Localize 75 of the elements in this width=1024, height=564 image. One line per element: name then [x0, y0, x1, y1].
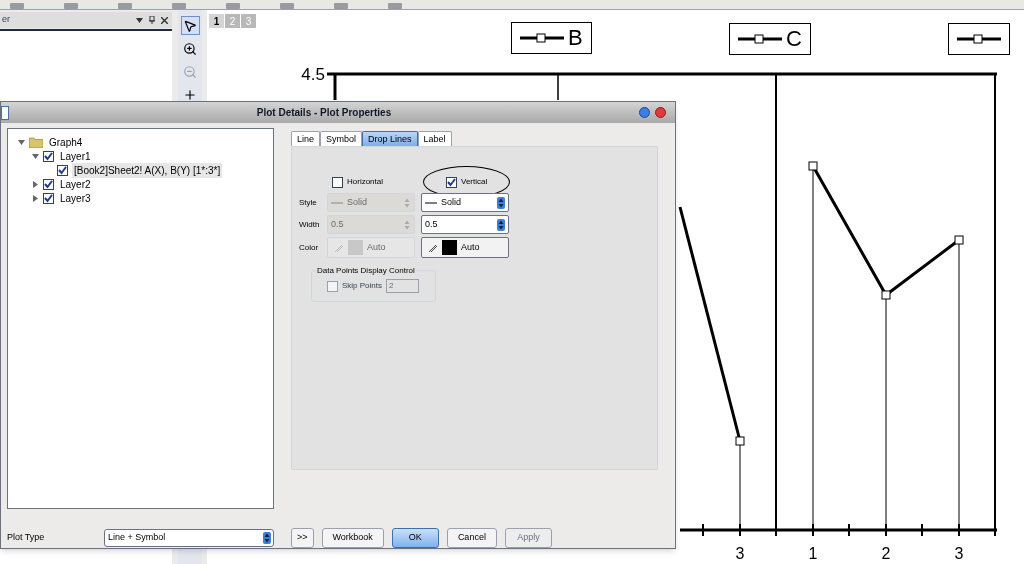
style-select[interactable]: Solid: [421, 193, 509, 213]
page-tab[interactable]: 1: [209, 14, 224, 28]
dialog-button[interactable]: OK: [391, 527, 439, 548]
close-button[interactable]: [655, 107, 666, 119]
zoom-in-icon: [183, 41, 197, 56]
tick-label: 3: [954, 545, 964, 562]
checkbox[interactable]: [57, 165, 68, 176]
tab[interactable]: Symbol: [320, 131, 363, 147]
line-symbol-icon: [957, 34, 1001, 44]
color-swatch: [348, 240, 363, 256]
tick-label: 2: [881, 545, 891, 562]
pencil-icon: [428, 243, 438, 253]
dialog-button[interactable]: Workbook: [321, 527, 384, 548]
crosshair-icon: [183, 87, 197, 102]
checkbox[interactable]: [332, 177, 343, 188]
data-point-marker: [881, 290, 891, 300]
field-label: Style: [299, 197, 318, 209]
spinner-icon: [497, 219, 505, 231]
tab[interactable]: Line: [291, 131, 320, 147]
dropdown-icon[interactable]: [136, 17, 143, 23]
plot-type-select[interactable]: Line + Symbol: [104, 528, 274, 547]
tree-item[interactable]: Layer2: [58, 177, 93, 192]
line-symbol-icon: [738, 34, 782, 44]
plot-type-label: Plot Type: [7, 531, 46, 544]
spinner-icon: [403, 197, 411, 209]
legend-label: C: [786, 28, 802, 50]
line-sample-icon: [425, 201, 437, 205]
window-icon: [1, 105, 9, 120]
collapsed-arrow-icon[interactable]: [32, 181, 39, 188]
tab[interactable]: Label: [417, 131, 452, 147]
color-button[interactable]: Auto: [421, 237, 509, 259]
spinner-icon: [403, 219, 411, 231]
field-label: Width: [299, 219, 321, 231]
pin-icon[interactable]: [149, 16, 155, 24]
tick-label: 4.5: [301, 65, 325, 84]
group-title: Data Points Display Control: [316, 265, 416, 278]
pencil-icon: [334, 243, 344, 253]
tick-label: 3: [735, 545, 745, 562]
window-title: Plot Details - Plot Properties: [256, 106, 392, 121]
data-point-marker: [808, 161, 818, 171]
tree-item[interactable]: Layer1: [58, 149, 93, 164]
tab[interactable]: Drop Lines: [362, 131, 418, 147]
collapsed-arrow-icon[interactable]: [32, 195, 39, 202]
tree-item[interactable]: [Book2]Sheet2! A(X), B(Y) [1*:3*]: [72, 163, 223, 178]
tree-item[interactable]: Graph4: [47, 135, 85, 150]
dialog-button[interactable]: >>: [291, 527, 314, 548]
panel-title: er: [2, 13, 10, 27]
data-point-marker: [735, 436, 745, 446]
width-spin-field[interactable]: 0.5: [421, 215, 509, 235]
minimize-button[interactable]: [639, 107, 650, 119]
spinner-icon: [497, 197, 505, 209]
checkbox[interactable]: [446, 177, 457, 188]
color-swatch: [442, 240, 457, 256]
expanded-arrow-icon[interactable]: [32, 153, 39, 160]
expanded-arrow-icon[interactable]: [18, 139, 25, 146]
spinner-icon: [263, 531, 271, 544]
legend-label: B: [568, 27, 583, 49]
tree-item[interactable]: Layer3: [58, 191, 93, 206]
data-point-marker: [954, 235, 964, 245]
folder-icon: [29, 137, 43, 148]
checkbox[interactable]: [43, 151, 54, 162]
field-label: Color: [299, 242, 320, 254]
checkbox-label: Skip Points: [342, 280, 383, 293]
checkbox-label: Horizontal: [347, 176, 383, 189]
checkbox[interactable]: [43, 179, 54, 190]
close-icon[interactable]: [161, 16, 168, 24]
zoom-out-icon: [183, 64, 197, 79]
tick-label: 1: [808, 545, 818, 562]
pointer-icon: [183, 18, 197, 33]
checkbox-label: Vertical: [461, 176, 488, 189]
dialog-button[interactable]: Cancel: [446, 527, 497, 548]
checkbox[interactable]: [43, 193, 54, 204]
tool-button[interactable]: [180, 16, 200, 35]
line-sample-icon: [331, 201, 343, 205]
line-symbol-icon: [520, 33, 564, 43]
